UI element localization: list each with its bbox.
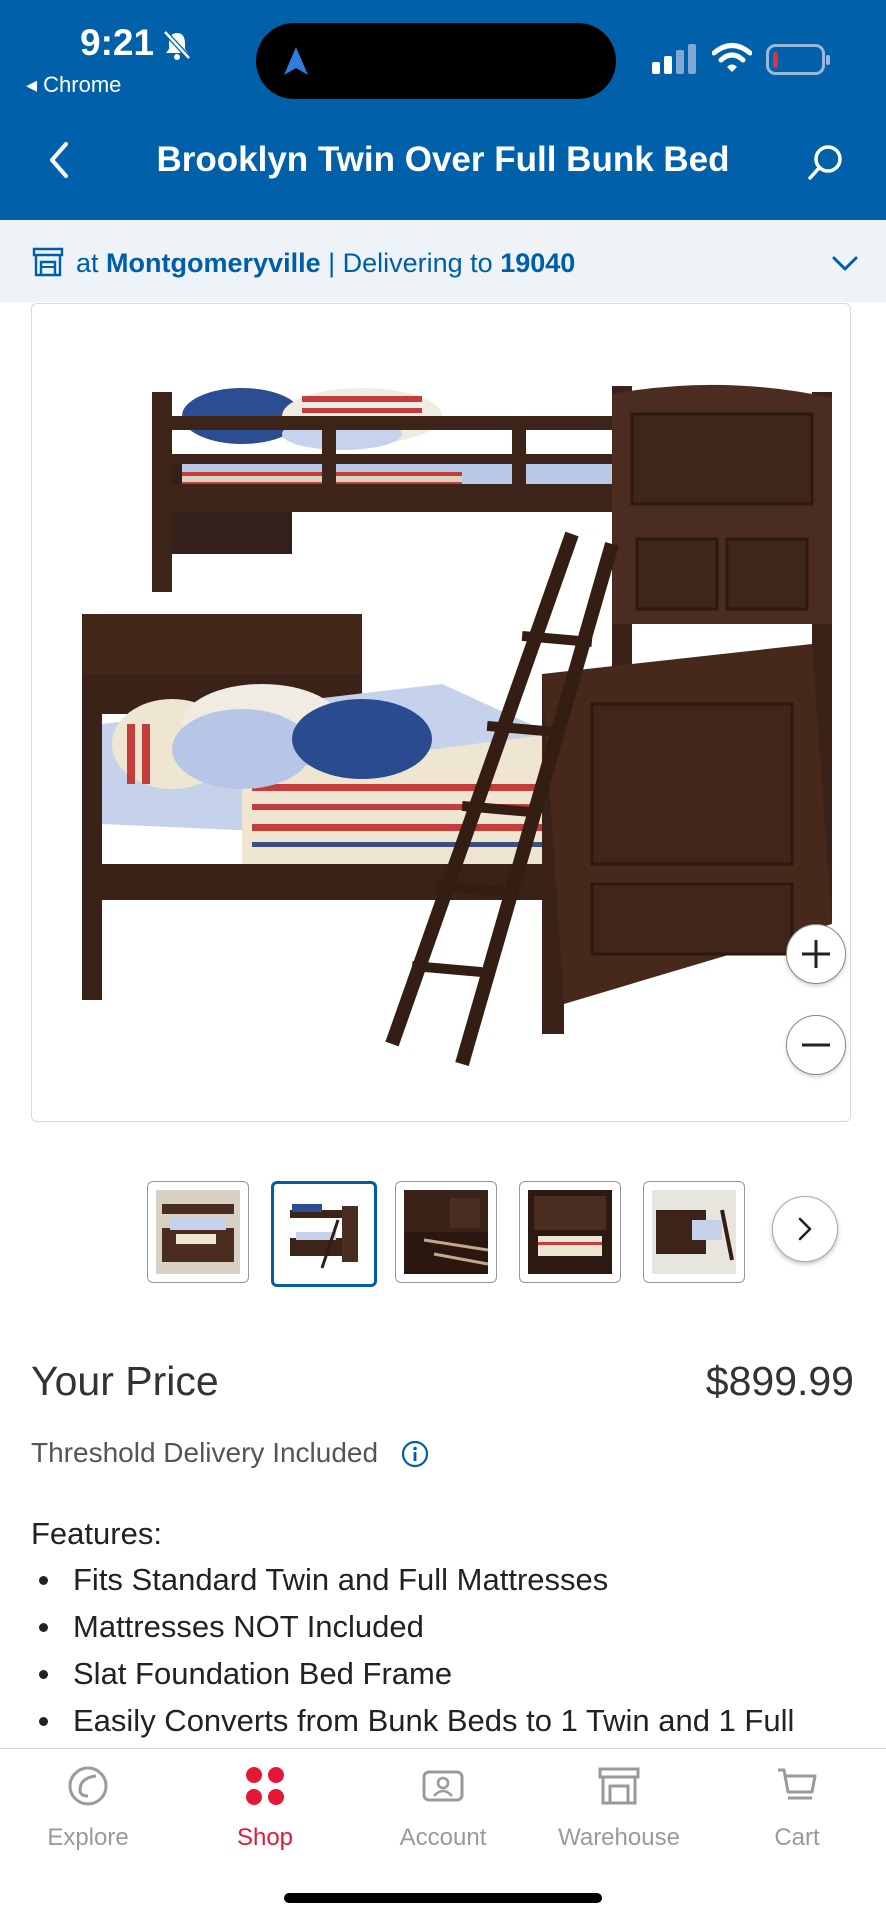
thumbnail-2[interactable] bbox=[271, 1181, 377, 1287]
tab-shop[interactable]: Shop bbox=[185, 1762, 345, 1852]
features-heading: Features: bbox=[31, 1516, 162, 1551]
tab-explore[interactable]: Explore bbox=[8, 1762, 168, 1852]
shop-icon bbox=[246, 1767, 284, 1805]
search-icon[interactable] bbox=[806, 142, 846, 182]
chevron-left-icon[interactable] bbox=[40, 140, 80, 180]
features-list: Fits Standard Twin and Full Mattresses M… bbox=[31, 1556, 794, 1744]
cart-icon bbox=[778, 1768, 817, 1800]
delivery-note: Threshold Delivery Included bbox=[31, 1437, 379, 1468]
feature-item: Fits Standard Twin and Full Mattresses bbox=[31, 1556, 794, 1603]
tab-label: Shop bbox=[236, 1824, 294, 1851]
thumbnail-5[interactable] bbox=[643, 1181, 745, 1283]
status-time: 9:21 bbox=[80, 22, 155, 63]
tab-cart[interactable]: Cart bbox=[717, 1762, 877, 1852]
chevron-down-icon[interactable] bbox=[830, 248, 860, 278]
page-title: Brooklyn Twin Over Full Bunk Bed bbox=[156, 140, 730, 179]
account-icon bbox=[422, 1770, 464, 1802]
warehouse-name: Montgomeryville bbox=[106, 248, 321, 278]
thumbnail-3[interactable] bbox=[395, 1181, 497, 1283]
thumbnail-image bbox=[528, 1190, 612, 1274]
zoom-in-button[interactable] bbox=[786, 924, 846, 984]
delivering-label: | Delivering to bbox=[328, 248, 493, 278]
tab-warehouse[interactable]: Warehouse bbox=[539, 1762, 699, 1852]
chevron-right-icon bbox=[798, 1217, 812, 1241]
tab-account[interactable]: Account bbox=[363, 1762, 523, 1852]
thumbnail-4[interactable] bbox=[519, 1181, 621, 1283]
tab-label: Explore bbox=[47, 1824, 129, 1851]
battery-low-icon bbox=[766, 44, 830, 75]
minus-icon bbox=[802, 1043, 830, 1047]
explore-icon bbox=[68, 1766, 108, 1806]
price-value: $899.99 bbox=[705, 1358, 854, 1404]
product-image-viewer[interactable] bbox=[31, 303, 851, 1122]
bell-muted-icon bbox=[163, 30, 191, 60]
tab-label: Warehouse bbox=[558, 1824, 680, 1851]
navigation-arrow-icon bbox=[284, 47, 308, 75]
delivery-zip: 19040 bbox=[500, 248, 576, 278]
feature-item: Slat Foundation Bed Frame bbox=[31, 1650, 794, 1697]
tab-label: Account bbox=[399, 1824, 487, 1851]
info-icon[interactable] bbox=[401, 1440, 429, 1468]
feature-item: Mattresses NOT Included bbox=[31, 1603, 794, 1650]
next-thumbnails-button[interactable] bbox=[772, 1196, 838, 1262]
thumbnail-image bbox=[404, 1190, 488, 1274]
dynamic-island bbox=[256, 23, 616, 99]
cellular-signal-icon bbox=[652, 44, 696, 74]
zoom-out-button[interactable] bbox=[786, 1015, 846, 1075]
thumbnail-image bbox=[652, 1190, 736, 1274]
thumbnail-image bbox=[156, 1190, 240, 1274]
product-image bbox=[82, 384, 832, 1066]
warehouse-icon bbox=[32, 247, 64, 277]
location-text[interactable]: at Montgomeryville | Delivering to 19040 bbox=[76, 248, 575, 279]
plus-icon bbox=[802, 940, 830, 968]
home-indicator bbox=[284, 1893, 602, 1903]
wifi-icon bbox=[712, 43, 752, 72]
thumbnail-image bbox=[282, 1192, 366, 1276]
warehouse-icon bbox=[598, 1767, 640, 1805]
price-label: Your Price bbox=[31, 1358, 219, 1404]
thumbnail-1[interactable] bbox=[147, 1181, 249, 1283]
feature-item: Easily Converts from Bunk Beds to 1 Twin… bbox=[31, 1697, 794, 1744]
location-prefix: at bbox=[76, 248, 99, 278]
back-to-chrome[interactable]: ◂ Chrome bbox=[26, 72, 121, 98]
tab-label: Cart bbox=[774, 1824, 820, 1851]
